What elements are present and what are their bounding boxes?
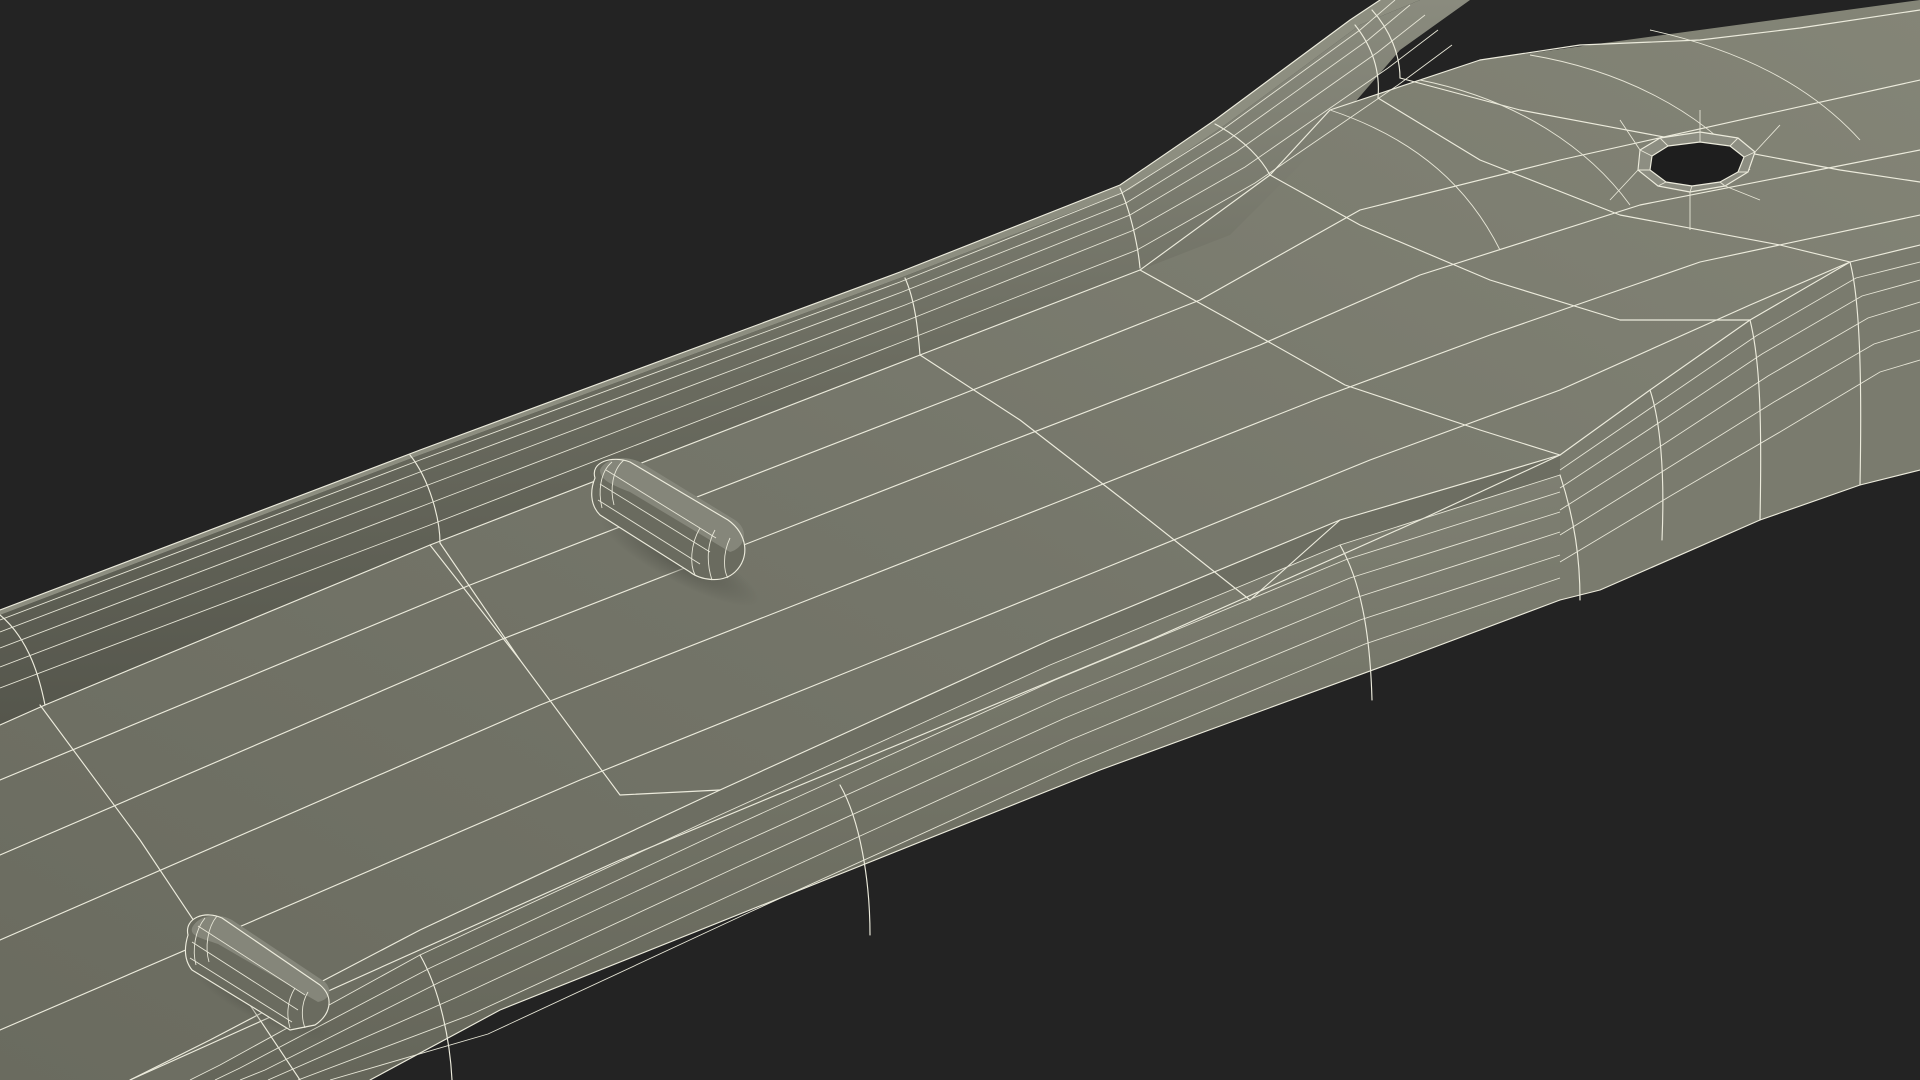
wireframe-scene [0, 0, 1920, 1080]
render-viewport [0, 0, 1920, 1080]
